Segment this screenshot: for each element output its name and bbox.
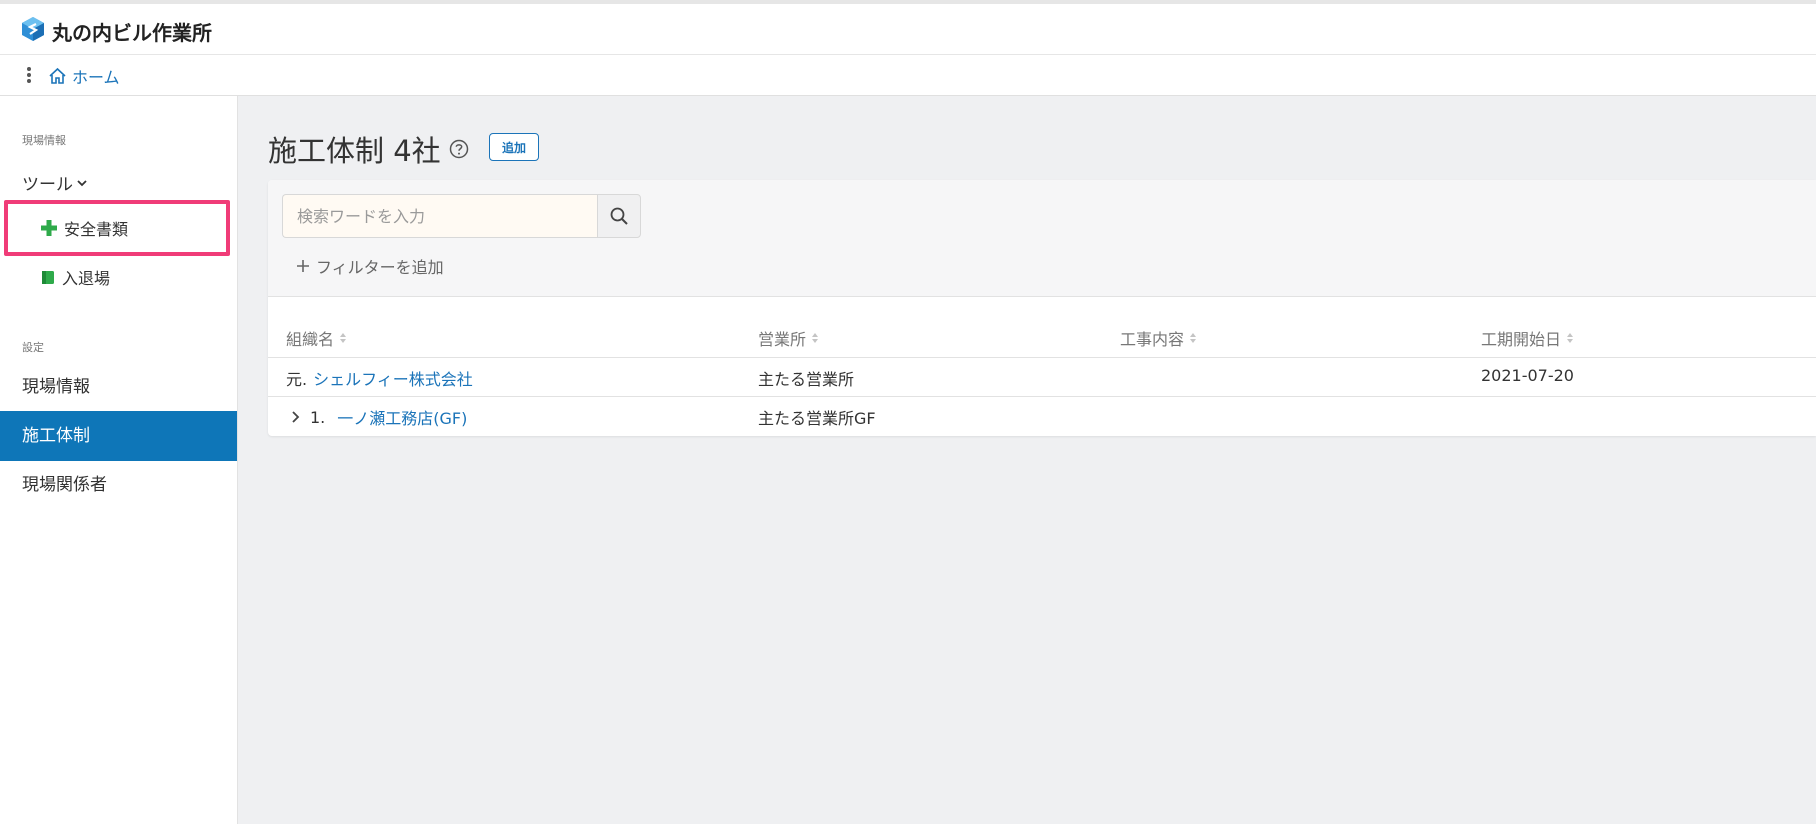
green-book-icon bbox=[42, 270, 54, 284]
app-header: 丸の内ビル作業所 bbox=[0, 4, 1816, 55]
column-header-label: 工期開始日 bbox=[1481, 330, 1562, 349]
column-header-org-name[interactable]: 組織名 bbox=[286, 326, 347, 350]
sidebar-item-site-info[interactable]: 現場情報 bbox=[0, 362, 237, 412]
filter-area: フィルターを追加 bbox=[268, 180, 1816, 297]
sidebar: 現場情報 ツール 安全書類 入退場 設定 現場情報 施工体制 現場関係者 bbox=[0, 96, 238, 824]
tools-label: ツール bbox=[22, 175, 73, 195]
search-icon bbox=[610, 207, 628, 225]
chevron-right-icon[interactable] bbox=[290, 410, 300, 424]
row-divider bbox=[268, 357, 1816, 358]
search-input[interactable] bbox=[282, 194, 597, 238]
table-row-org: 元. シェルフィー株式会社 bbox=[286, 366, 473, 390]
breadcrumb: ホーム bbox=[0, 55, 1816, 96]
logo-icon bbox=[22, 17, 44, 41]
sidebar-item-label: 入退場 bbox=[62, 269, 111, 288]
sidebar-item-construction-structure[interactable]: 施工体制 bbox=[0, 411, 237, 461]
chevron-down-icon bbox=[77, 179, 87, 186]
column-header-office[interactable]: 営業所 bbox=[758, 326, 819, 350]
sidebar-item-label: 安全書類 bbox=[64, 220, 129, 239]
table-cell-office: 主たる営業所GF bbox=[758, 409, 876, 428]
site-title: 丸の内ビル作業所 bbox=[52, 21, 212, 45]
org-name-link[interactable]: シェルフィー株式会社 bbox=[313, 366, 473, 390]
column-header-work-content[interactable]: 工事内容 bbox=[1120, 326, 1197, 350]
sort-icon bbox=[812, 333, 819, 343]
column-header-label: 工事内容 bbox=[1120, 330, 1185, 349]
table-row-org: 1. 一ノ瀬工務店(GF) bbox=[290, 405, 467, 429]
page-title: 施工体制 4社 bbox=[268, 128, 469, 170]
main-content: 施工体制 4社 追加 フィルターを追加 組織名 bbox=[238, 96, 1816, 824]
sidebar-item-safety-documents[interactable]: 安全書類 bbox=[40, 216, 128, 240]
sidebar-section-site-info: 現場情報 bbox=[22, 134, 66, 147]
column-header-label: 営業所 bbox=[758, 330, 807, 349]
row-prefix: 元. bbox=[286, 370, 308, 389]
sidebar-item-entry-exit[interactable]: 入退場 bbox=[40, 265, 110, 289]
sidebar-item-site-personnel[interactable]: 現場関係者 bbox=[0, 460, 237, 510]
sidebar-section-settings: 設定 bbox=[22, 341, 44, 354]
home-icon bbox=[49, 67, 66, 84]
page-title-text: 施工体制 4社 bbox=[268, 134, 441, 168]
org-name-link[interactable]: 一ノ瀬工務店(GF) bbox=[337, 405, 467, 429]
tools-dropdown[interactable]: ツール bbox=[22, 170, 88, 195]
plus-icon bbox=[297, 260, 309, 272]
help-icon[interactable] bbox=[449, 139, 469, 159]
table-cell-start-date: 2021-07-20 bbox=[1481, 366, 1574, 385]
sort-icon bbox=[1190, 333, 1197, 343]
row-prefix: 1. bbox=[310, 407, 326, 427]
search-button[interactable] bbox=[597, 194, 641, 238]
column-header-start-date[interactable]: 工期開始日 bbox=[1481, 326, 1574, 350]
sort-icon bbox=[1567, 333, 1574, 343]
breadcrumb-home-link[interactable]: ホーム bbox=[48, 64, 120, 88]
add-filter-button[interactable]: フィルターを追加 bbox=[296, 254, 444, 278]
more-menu-icon[interactable] bbox=[22, 65, 36, 85]
home-label: ホーム bbox=[72, 68, 120, 87]
green-plus-icon bbox=[41, 220, 57, 236]
table-cell-office: 主たる営業所 bbox=[758, 370, 855, 389]
add-filter-label: フィルターを追加 bbox=[316, 258, 444, 277]
sort-icon bbox=[340, 333, 347, 343]
column-header-label: 組織名 bbox=[286, 330, 335, 349]
add-button[interactable]: 追加 bbox=[489, 133, 539, 161]
organization-table-panel: フィルターを追加 組織名 営業所 工事内容 工期開始日 元. シェルフィー株式会… bbox=[268, 180, 1816, 436]
row-divider bbox=[268, 396, 1816, 397]
